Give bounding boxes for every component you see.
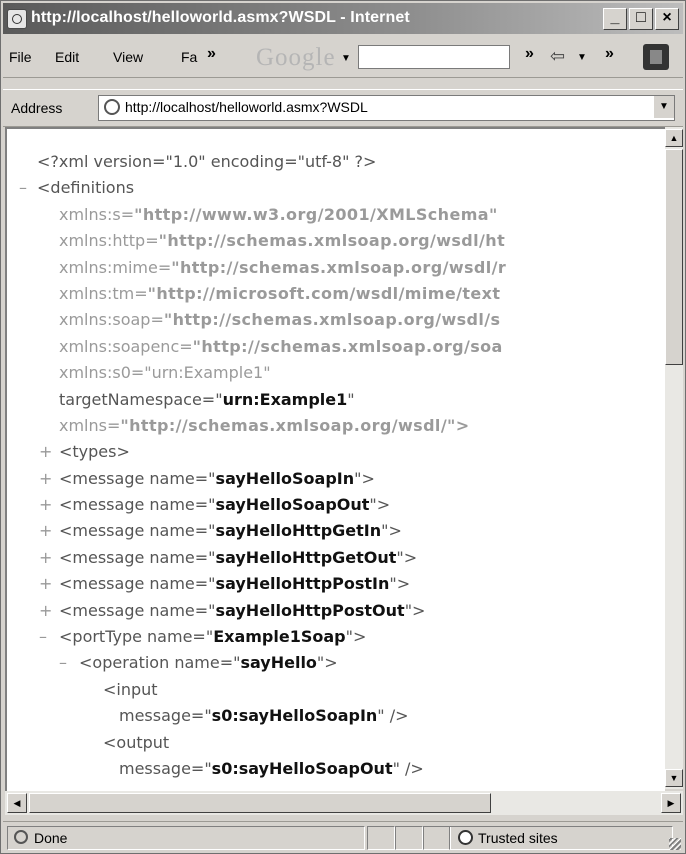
status-cell [423, 826, 451, 850]
xml-ns-attr: xmlns:http="http://schemas.xmlsoap.org/w… [59, 231, 506, 251]
horizontal-scrollbar[interactable]: ◀ ▶ [5, 791, 683, 815]
expand-icon[interactable]: + [39, 439, 52, 465]
expand-icon[interactable]: + [39, 598, 52, 624]
collapse-icon[interactable]: – [19, 175, 27, 201]
menu-view[interactable]: View [113, 49, 143, 65]
scroll-left-arrow-icon[interactable]: ◀ [7, 793, 27, 813]
address-bar: Address http://localhost/helloworld.asmx… [3, 89, 683, 127]
xml-ns-attr: xmlns:tm="http://microsoft.com/wsdl/mime… [59, 283, 501, 303]
collapse-icon[interactable]: – [59, 650, 67, 676]
google-toolbar-logo[interactable]: Google [256, 44, 336, 72]
expand-icon[interactable]: + [39, 466, 52, 492]
trusted-sites-icon [458, 830, 473, 845]
menu-file[interactable]: File [9, 49, 32, 65]
xml-message-node[interactable]: + <message name="sayHelloSoapOut"> [29, 492, 506, 518]
close-button[interactable]: × [655, 8, 679, 30]
back-dropdown-icon[interactable]: ▼ [577, 52, 587, 63]
status-bar: Done Trusted sites [3, 821, 683, 852]
status-cell [395, 826, 423, 850]
scroll-right-arrow-icon[interactable]: ▶ [661, 793, 681, 813]
xml-message-node[interactable]: + <message name="sayHelloHttpPostIn"> [29, 571, 506, 597]
xml-ns-attr: xmlns:s0="urn:Example1" [59, 363, 271, 383]
status-cell [367, 826, 395, 850]
xml-ns-attr: xmlns:s="http://www.w3.org/2001/XMLSchem… [59, 204, 498, 224]
expand-icon[interactable]: + [39, 492, 52, 518]
security-zone-panel[interactable]: Trusted sites [449, 826, 673, 850]
xml-porttype-node[interactable]: – <portType name="Example1Soap"> [29, 624, 506, 650]
xml-operation-node[interactable]: – <operation name="sayHello"> [29, 650, 506, 676]
window-controls: _ □ × [603, 8, 679, 30]
xml-ns-attr: xmlns:soapenc="http://schemas.xmlsoap.or… [59, 336, 503, 356]
xml-input-node: <input [103, 679, 158, 699]
vertical-scroll-thumb[interactable] [665, 149, 683, 365]
xml-message-node[interactable]: + <message name="sayHelloSoapIn"> [29, 466, 506, 492]
xml-tree: <?xml version="1.0" encoding="utf-8" ?> … [19, 149, 507, 782]
xml-definitions-node[interactable]: – <definitions [19, 175, 506, 201]
ie-icon [7, 9, 27, 29]
page-icon [104, 99, 120, 115]
toolbar-app-icon[interactable] [643, 44, 669, 70]
xml-message-node[interactable]: + <message name="sayHelloHttpPostOut"> [29, 598, 506, 624]
menu-favorites[interactable]: Fa [181, 49, 197, 65]
minimize-button[interactable]: _ [603, 8, 627, 30]
xml-message-node[interactable]: + <message name="sayHelloHttpGetOut"> [29, 545, 506, 571]
menu-bar: File Edit View Fa » Google ▼ » ⇦ ▼ » [3, 37, 683, 78]
status-panel: Done [7, 826, 365, 850]
vertical-scrollbar[interactable]: ▲ ▼ [665, 127, 683, 789]
expand-icon[interactable]: + [39, 571, 52, 597]
xml-target-namespace: targetNamespace="urn:Example1" [59, 389, 355, 409]
scroll-down-arrow-icon[interactable]: ▼ [665, 769, 683, 787]
google-dropdown-icon[interactable]: ▼ [341, 53, 351, 64]
expand-icon[interactable]: + [39, 545, 52, 571]
google-search-input[interactable] [358, 45, 510, 69]
xml-input-message: message="s0:sayHelloSoapIn" /> [119, 706, 409, 726]
resize-grip-icon[interactable] [669, 838, 681, 850]
browser-window: http://localhost/helloworld.asmx?WSDL - … [0, 0, 686, 854]
address-url[interactable]: http://localhost/helloworld.asmx?WSDL [125, 99, 368, 115]
chevron-more-buttons-icon[interactable]: » [605, 45, 614, 63]
xml-content-pane[interactable]: <?xml version="1.0" encoding="utf-8" ?> … [5, 127, 665, 791]
horizontal-scroll-thumb[interactable] [29, 793, 491, 813]
maximize-button[interactable]: □ [629, 8, 653, 30]
address-label: Address [11, 100, 63, 116]
xml-declaration: <?xml version="1.0" encoding="utf-8" ?> [37, 152, 377, 171]
page-done-icon [14, 830, 28, 844]
menu-edit[interactable]: Edit [55, 49, 79, 65]
address-input[interactable]: http://localhost/helloworld.asmx?WSDL ▼ [98, 95, 675, 121]
xml-output-node: <output [103, 732, 170, 752]
xml-ns-attr: xmlns:soap="http://schemas.xmlsoap.org/w… [59, 310, 501, 330]
expand-icon[interactable]: + [39, 518, 52, 544]
xml-output-message: message="s0:sayHelloSoapOut" /> [119, 758, 424, 778]
chevron-more-menu-icon[interactable]: » [207, 45, 216, 63]
xml-default-namespace: xmlns="http://schemas.xmlsoap.org/wsdl/"… [59, 415, 470, 435]
window-title: http://localhost/helloworld.asmx?WSDL - … [31, 9, 410, 26]
xml-types-node[interactable]: + <types> [29, 439, 506, 465]
collapse-icon[interactable]: – [39, 624, 47, 650]
security-zone-text: Trusted sites [478, 830, 558, 846]
xml-message-node[interactable]: + <message name="sayHelloHttpGetIn"> [29, 518, 506, 544]
status-text: Done [34, 830, 68, 846]
back-arrow-icon[interactable]: ⇦ [550, 46, 565, 67]
chevron-more-toolbar-icon[interactable]: » [525, 45, 534, 63]
scroll-up-arrow-icon[interactable]: ▲ [665, 129, 683, 147]
title-bar[interactable]: http://localhost/helloworld.asmx?WSDL - … [3, 3, 683, 34]
address-dropdown-icon[interactable]: ▼ [653, 96, 674, 118]
xml-ns-attr: xmlns:mime="http://schemas.xmlsoap.org/w… [59, 257, 507, 277]
